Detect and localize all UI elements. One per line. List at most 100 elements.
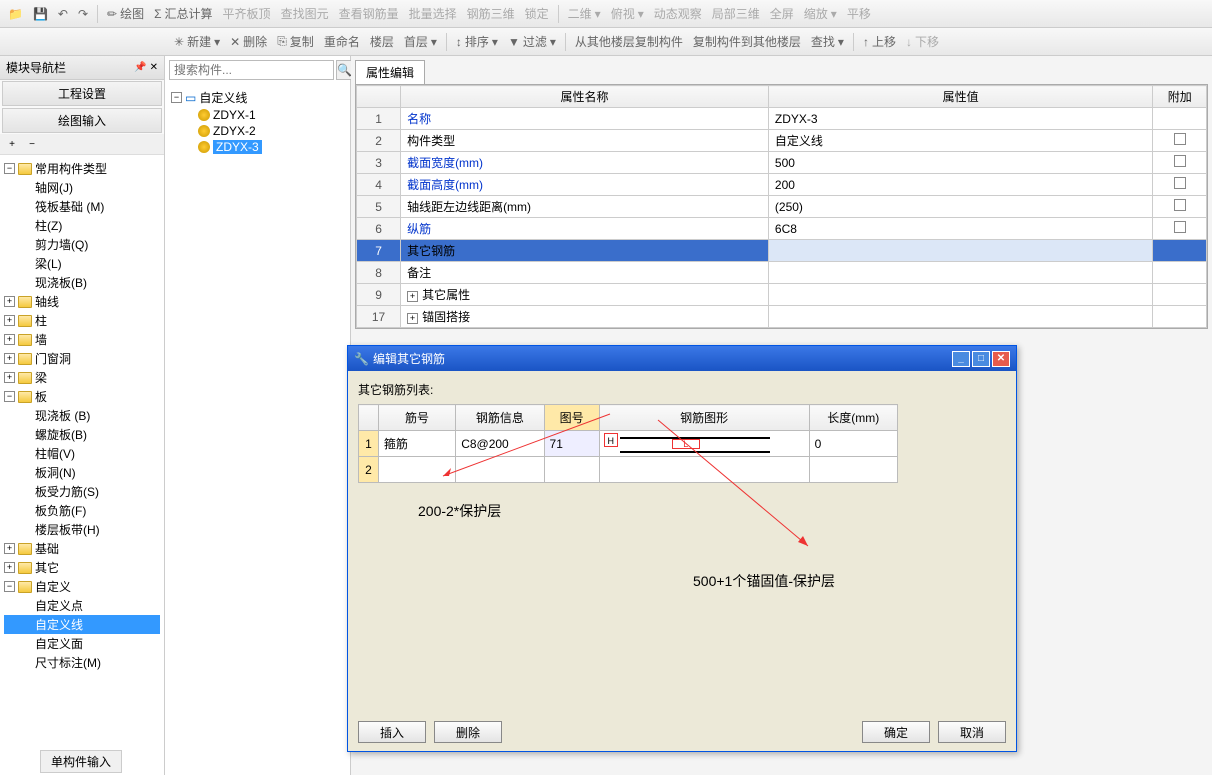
checkbox[interactable] (1174, 133, 1186, 145)
prop-row[interactable]: 6纵筋6C8 (357, 218, 1207, 240)
tree-item-board-4[interactable]: 板受力筋(S) (4, 482, 160, 501)
checkbox[interactable] (1174, 221, 1186, 233)
tree-item-board-1[interactable]: 螺旋板(B) (4, 425, 160, 444)
copy-from-floor-button[interactable]: 从其他楼层复制构件 (571, 31, 687, 52)
view-rebar-button[interactable]: 查看钢筋量 (335, 3, 403, 24)
prop-row[interactable]: 4截面高度(mm)200 (357, 174, 1207, 196)
zoom-button[interactable]: 缩放 ▾ (800, 3, 841, 24)
tree-item-axis[interactable]: 轴网(J) (4, 178, 160, 197)
comp-item-2[interactable]: ZDYX-2 (171, 123, 344, 139)
tree-group-door[interactable]: +门窗洞 (4, 349, 160, 368)
insert-button[interactable]: 插入 (358, 721, 426, 743)
pan-button[interactable]: 平移 (843, 3, 875, 24)
minimize-button[interactable]: _ (952, 351, 970, 367)
tree-group-board[interactable]: −板 (4, 387, 160, 406)
rename-button[interactable]: 重命名 (320, 31, 364, 52)
checkbox[interactable] (1174, 177, 1186, 189)
find-elem-button[interactable]: 查找图元 (277, 3, 333, 24)
prop-row[interactable]: 3截面宽度(mm)500 (357, 152, 1207, 174)
cell-info[interactable]: C8@200 (456, 431, 544, 457)
copy-to-floor-button[interactable]: 复制构件到其他楼层 (689, 31, 805, 52)
batch-select-button[interactable]: 批量选择 (405, 3, 461, 24)
pin-icon[interactable]: 📌 ✕ (134, 62, 158, 73)
comp-root[interactable]: − ▭ 自定义线 (171, 88, 344, 107)
checkbox[interactable] (1174, 199, 1186, 211)
tree-item-board-2[interactable]: 柱帽(V) (4, 444, 160, 463)
cell-tuhao[interactable]: 71 (544, 431, 599, 457)
prop-row[interactable]: 5轴线距左边线距离(mm)(250) (357, 196, 1207, 218)
delete-button[interactable]: ✕ 删除 (226, 31, 271, 52)
redo-icon[interactable]: ↷ (74, 5, 92, 23)
cell-shape[interactable]: H L (599, 431, 809, 457)
dlg-delete-button[interactable]: 删除 (434, 721, 502, 743)
tree-item-board-3[interactable]: 板洞(N) (4, 463, 160, 482)
ok-button[interactable]: 确定 (862, 721, 930, 743)
tree-item-board-0[interactable]: 现浇板 (B) (4, 406, 160, 425)
tree-item-custom-2[interactable]: 自定义面 (4, 634, 160, 653)
cell-jin[interactable]: 箍筋 (378, 431, 455, 457)
close-button[interactable]: ✕ (992, 351, 1010, 367)
floor-select[interactable]: 首层 ▾ (400, 31, 441, 52)
rebar-row-1[interactable]: 1 箍筋 C8@200 71 H L 0 (359, 431, 898, 457)
tree-item-board-6[interactable]: 楼层板带(H) (4, 520, 160, 539)
mini-minus-icon[interactable]: − (24, 136, 40, 152)
tree-root-common[interactable]: − 常用构件类型 (4, 159, 160, 178)
tree-item-column[interactable]: 柱(Z) (4, 216, 160, 235)
dialog-titlebar[interactable]: 🔧 编辑其它钢筋 _ □ ✕ (348, 346, 1016, 371)
move-down-button[interactable]: ↓ 下移 (902, 31, 943, 52)
tree-item-custom-line[interactable]: 自定义线 (4, 615, 160, 634)
tree-group-beam[interactable]: +梁 (4, 368, 160, 387)
fullscreen-button[interactable]: 全屏 (766, 3, 798, 24)
move-up-button[interactable]: ↑ 上移 (859, 31, 900, 52)
tree-item-custom-3[interactable]: 尺寸标注(M) (4, 653, 160, 672)
tree-item-raft[interactable]: 筏板基础 (M) (4, 197, 160, 216)
mini-add-icon[interactable]: + (4, 136, 20, 152)
filter-button[interactable]: ▼ 过滤 ▾ (504, 31, 560, 52)
local-3d-button[interactable]: 局部三维 (708, 3, 764, 24)
tree-item-custom-0[interactable]: 自定义点 (4, 596, 160, 615)
new-button[interactable]: ✳ 新建 ▾ (170, 31, 224, 52)
tree-group-other[interactable]: +其它 (4, 558, 160, 577)
view-2d-button[interactable]: 二维 ▾ (564, 3, 605, 24)
maximize-button[interactable]: □ (972, 351, 990, 367)
cancel-button[interactable]: 取消 (938, 721, 1006, 743)
rebar-row-2[interactable]: 2 (359, 457, 898, 483)
checkbox[interactable] (1174, 155, 1186, 167)
dynamic-view-button[interactable]: 动态观察 (650, 3, 706, 24)
tree-item-slab[interactable]: 现浇板(B) (4, 273, 160, 292)
tree-group-axis[interactable]: +轴线 (4, 292, 160, 311)
flat-top-button[interactable]: 平齐板顶 (219, 3, 275, 24)
tree-group-wall[interactable]: +墙 (4, 330, 160, 349)
prop-row[interactable]: 9+其它属性 (357, 284, 1207, 306)
search-input[interactable] (169, 60, 334, 80)
prop-row[interactable]: 17+锚固搭接 (357, 306, 1207, 328)
perspective-button[interactable]: 俯视 ▾ (607, 3, 648, 24)
comp-item-3[interactable]: ZDYX-3 (171, 139, 344, 155)
draw-button[interactable]: ✏ 绘图 (103, 3, 148, 24)
tree-item-shearwall[interactable]: 剪力墙(Q) (4, 235, 160, 254)
copy-button[interactable]: ⎘ 复制 (273, 31, 318, 52)
prop-row[interactable]: 7其它钢筋 (357, 240, 1207, 262)
tab-single-component[interactable]: 单构件输入 (40, 750, 122, 773)
rebar-3d-button[interactable]: 钢筋三维 (463, 3, 519, 24)
tree-group-custom[interactable]: −自定义 (4, 577, 160, 596)
lock-button[interactable]: 锁定 (521, 3, 553, 24)
sort-button[interactable]: ↕ 排序 ▾ (452, 31, 502, 52)
tab-property-edit[interactable]: 属性编辑 (355, 60, 425, 84)
tree-group-column[interactable]: +柱 (4, 311, 160, 330)
tab-project-settings[interactable]: 工程设置 (2, 81, 162, 106)
file-open-icon[interactable]: 📁 (4, 5, 27, 23)
find-button[interactable]: 查找 ▾ (807, 31, 848, 52)
prop-row[interactable]: 1名称ZDYX-3 (357, 108, 1207, 130)
comp-item-1[interactable]: ZDYX-1 (171, 107, 344, 123)
undo-icon[interactable]: ↶ (54, 5, 72, 23)
save-icon[interactable]: 💾 (29, 5, 52, 23)
tab-draw-input[interactable]: 绘图输入 (2, 108, 162, 133)
cell-length[interactable]: 0 (809, 431, 897, 457)
prop-row[interactable]: 2构件类型自定义线 (357, 130, 1207, 152)
tree-item-board-5[interactable]: 板负筋(F) (4, 501, 160, 520)
collapse-icon[interactable]: − (4, 163, 15, 174)
prop-row[interactable]: 8备注 (357, 262, 1207, 284)
summary-button[interactable]: Σ 汇总计算 (150, 3, 216, 24)
tree-group-foundation[interactable]: +基础 (4, 539, 160, 558)
